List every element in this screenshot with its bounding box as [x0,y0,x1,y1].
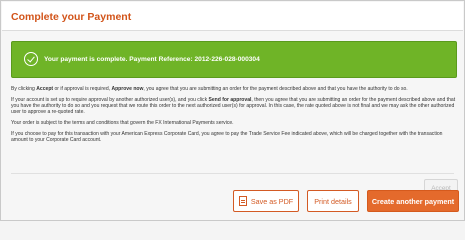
payment-panel: Complete your Payment Your payment is co… [0,0,465,221]
save-as-pdf-label: Save as PDF [250,197,294,206]
success-message: Your payment is complete. Payment Refere… [44,55,260,63]
divider [11,173,454,174]
terms-paragraph-accept: By clicking Accept or if approval is req… [11,86,408,92]
check-circle-icon [24,52,38,66]
terms-text: By clicking Accept or if approval is req… [11,86,459,148]
pdf-icon [238,196,247,207]
terms-paragraph-conditions: Your order is subject to the terms and c… [11,120,234,126]
terms-paragraph-approval: If your account is set up to require app… [11,96,456,116]
save-as-pdf-button[interactable]: Save as PDF [233,190,299,212]
success-banner: Your payment is complete. Payment Refere… [11,41,457,78]
print-details-button[interactable]: Print details [307,190,359,212]
panel-header: Complete your Payment [2,2,463,31]
create-another-payment-button[interactable]: Create another payment [367,190,459,212]
page-title: Complete your Payment [11,11,132,23]
terms-paragraph-amex: If you choose to pay for this transactio… [11,130,443,143]
